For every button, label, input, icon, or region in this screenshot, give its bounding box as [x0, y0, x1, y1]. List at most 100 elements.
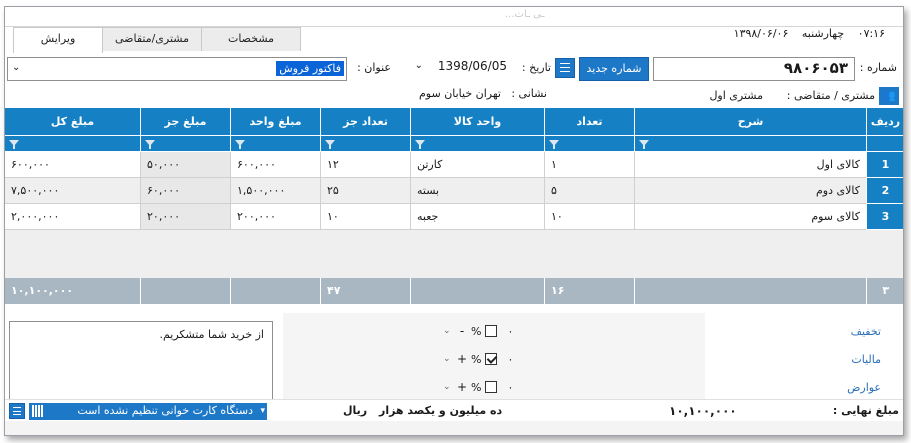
- window-bottom-edge: [5, 421, 903, 435]
- total-qty: ۱۶: [544, 277, 635, 304]
- total-count: ۳: [866, 277, 903, 304]
- filter-icon[interactable]: [145, 140, 155, 149]
- cell-qty[interactable]: ۱: [544, 151, 635, 178]
- date-picker[interactable]: 1398/06/05: [438, 59, 507, 73]
- discount-label: تخفیف: [850, 325, 881, 338]
- col-header-unit-price[interactable]: مبلغ واحد: [230, 107, 321, 136]
- discount-percent-checkbox[interactable]: [485, 325, 498, 337]
- row-number: 3: [866, 203, 903, 230]
- tax-sign[interactable]: +: [457, 352, 467, 366]
- tax-value[interactable]: ۰: [507, 353, 513, 366]
- col-header-desc[interactable]: شرح: [634, 107, 867, 136]
- invoice-window: ...ـی ـات ۰۷:۱۶ چهارشنبه ۱۳۹۸/۰۶/۰۶ ویرا…: [4, 6, 904, 436]
- filter-cell[interactable]: [140, 135, 231, 152]
- table-row[interactable]: 2 کالای دوم ۵ بسته ۲۵ ۱,۵۰۰,۰۰۰ ۶۰,۰۰۰ ۷…: [5, 177, 903, 204]
- table-row[interactable]: 3 کالای سوم ۱۰ جعبه ۱۰ ۲۰۰,۰۰۰ ۲۰,۰۰۰ ۲,…: [5, 203, 903, 230]
- number-field[interactable]: ۹۸۰۶۰۵۳: [653, 57, 855, 81]
- cell-unit[interactable]: کارتن: [410, 151, 545, 178]
- chevron-down-icon[interactable]: ⌄: [443, 354, 453, 364]
- duties-value[interactable]: ۰: [507, 381, 513, 394]
- filter-cell[interactable]: [5, 135, 141, 152]
- total-empty: [410, 277, 545, 304]
- address-value: تهران خیابان سوم: [418, 87, 501, 100]
- tax-label: مالیات: [851, 353, 881, 366]
- cell-sub-qty[interactable]: ۱۲: [320, 151, 411, 178]
- grid-header-row: ردیف شرح تعداد واحد کالا تعداد جز مبلغ و…: [5, 107, 903, 136]
- chevron-down-icon[interactable]: ⌄: [12, 62, 20, 73]
- tax-row: ⌄ + % ۰: [443, 349, 513, 369]
- cell-unit-price[interactable]: ۲۰۰,۰۰۰: [230, 203, 321, 230]
- filter-icon[interactable]: [235, 140, 245, 149]
- filter-icon[interactable]: [9, 140, 19, 149]
- discount-sign[interactable]: -: [457, 324, 467, 338]
- filter-icon[interactable]: [325, 140, 335, 149]
- table-row[interactable]: 1 کالای اول ۱ کارتن ۱۲ ۶۰۰,۰۰۰ ۵۰,۰۰۰ ۶۰…: [5, 151, 903, 178]
- filter-cell[interactable]: [544, 135, 635, 152]
- cell-unit-price[interactable]: ۶۰۰,۰۰۰: [230, 151, 321, 178]
- customer-value[interactable]: مشتری اول: [709, 89, 763, 102]
- title-select[interactable]: فاکتور فروش ⌄: [7, 57, 347, 81]
- notes-textarea[interactable]: از خرید شما متشکریم.: [9, 321, 273, 401]
- cell-sub-qty[interactable]: ۱۰: [320, 203, 411, 230]
- col-header-qty[interactable]: تعداد: [544, 107, 635, 136]
- currency-label: ریال: [343, 404, 368, 417]
- cell-total: ۶۰۰,۰۰۰: [5, 151, 141, 178]
- calculator-icon[interactable]: [9, 403, 25, 419]
- total-empty: [230, 277, 321, 304]
- cell-total: ۷,۵۰۰,۰۰۰: [5, 177, 141, 204]
- cell-total: ۲,۰۰۰,۰۰۰: [5, 203, 141, 230]
- filter-cell[interactable]: [634, 135, 867, 152]
- cell-qty[interactable]: ۵: [544, 177, 635, 204]
- people-icon[interactable]: 👥: [879, 87, 899, 105]
- amount-words-text: ده میلیون و یکصد هزار: [378, 404, 503, 417]
- chevron-down-icon[interactable]: ⌄: [443, 382, 453, 392]
- total-empty: [140, 277, 231, 304]
- cell-desc[interactable]: کالای دوم: [634, 177, 867, 204]
- cell-sub-price[interactable]: ۵۰,۰۰۰: [140, 151, 231, 178]
- tax-percent-checkbox[interactable]: [485, 353, 498, 365]
- filter-icon[interactable]: [549, 140, 559, 149]
- filter-cell[interactable]: [230, 135, 321, 152]
- header-day: چهارشنبه: [801, 27, 845, 40]
- card-reader-select[interactable]: ▾ دستگاه کارت خوانی تنظیم نشده است: [29, 403, 267, 420]
- cell-unit[interactable]: بسته: [410, 177, 545, 204]
- chevron-down-icon[interactable]: ⌄: [443, 326, 453, 336]
- final-amount-label: مبلغ نهایی :: [832, 404, 899, 417]
- duties-sign[interactable]: +: [457, 380, 467, 394]
- calculator-icon[interactable]: [555, 58, 575, 78]
- col-header-sub-qty[interactable]: تعداد جز: [320, 107, 411, 136]
- cell-sub-price[interactable]: ۶۰,۰۰۰: [140, 177, 231, 204]
- cell-qty[interactable]: ۱۰: [544, 203, 635, 230]
- total-empty: [634, 277, 867, 304]
- final-amount: ۱۰,۱۰۰,۰۰۰: [669, 404, 737, 418]
- duties-label: عوارض: [847, 381, 881, 394]
- col-header-unit[interactable]: واحد کالا: [410, 107, 545, 136]
- adjustments-labels: تخفیف مالیات عوارض: [705, 313, 903, 399]
- cell-sub-price[interactable]: ۲۰,۰۰۰: [140, 203, 231, 230]
- filter-icon[interactable]: [415, 140, 425, 149]
- cell-unit-price[interactable]: ۱,۵۰۰,۰۰۰: [230, 177, 321, 204]
- chevron-down-icon[interactable]: ⌄: [415, 60, 423, 71]
- cell-desc[interactable]: کالای اول: [634, 151, 867, 178]
- header-time: ۰۷:۱۶: [857, 27, 885, 40]
- chevron-down-icon[interactable]: ▾: [260, 403, 265, 419]
- topbar-faded-text: ...ـی ـات: [505, 9, 545, 20]
- cell-sub-qty[interactable]: ۲۵: [320, 177, 411, 204]
- tab-specs[interactable]: مشخصات: [201, 27, 301, 51]
- tab-customer[interactable]: مشتری/متقاضی: [102, 27, 202, 51]
- col-header-total[interactable]: مبلغ کل: [5, 107, 141, 136]
- col-header-sub-price[interactable]: مبلغ جز: [140, 107, 231, 136]
- tab-bar: ویرایش مشتری/متقاضی مشخصات: [13, 27, 301, 53]
- tab-edit[interactable]: ویرایش: [13, 27, 103, 53]
- cell-desc[interactable]: کالای سوم: [634, 203, 867, 230]
- discount-value[interactable]: ۰: [507, 325, 513, 338]
- filter-icon[interactable]: [639, 140, 649, 149]
- grid-empty-area[interactable]: [5, 229, 903, 278]
- filter-cell[interactable]: [410, 135, 545, 152]
- col-header-row-num[interactable]: ردیف: [866, 107, 903, 136]
- new-number-button[interactable]: شماره جدید: [579, 57, 649, 81]
- total-sub-qty: ۴۷: [320, 277, 411, 304]
- cell-unit[interactable]: جعبه: [410, 203, 545, 230]
- filter-cell[interactable]: [320, 135, 411, 152]
- duties-percent-checkbox[interactable]: [485, 381, 498, 393]
